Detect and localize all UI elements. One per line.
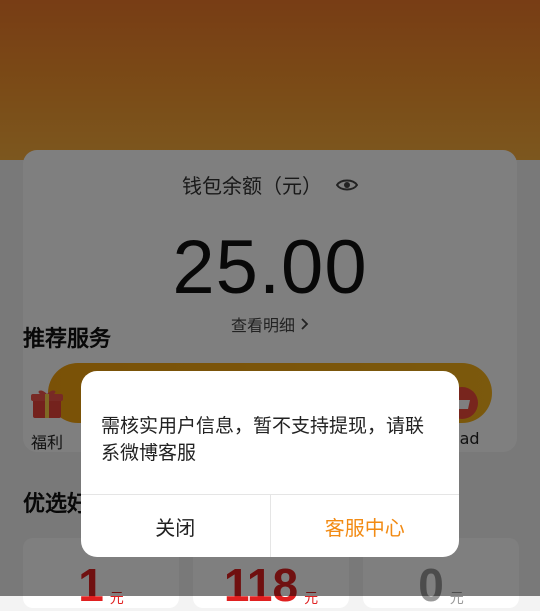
customer-service-button[interactable]: 客服中心 bbox=[271, 495, 460, 557]
dialog-message: 需核实用户信息，暂不支持提现，请联系微博客服 bbox=[101, 415, 425, 464]
dialog-button-bar: 关闭 客服中心 bbox=[81, 494, 459, 557]
alert-dialog: 需核实用户信息，暂不支持提现，请联系微博客服 关闭 客服中心 bbox=[81, 371, 459, 557]
close-button[interactable]: 关闭 bbox=[81, 495, 271, 557]
